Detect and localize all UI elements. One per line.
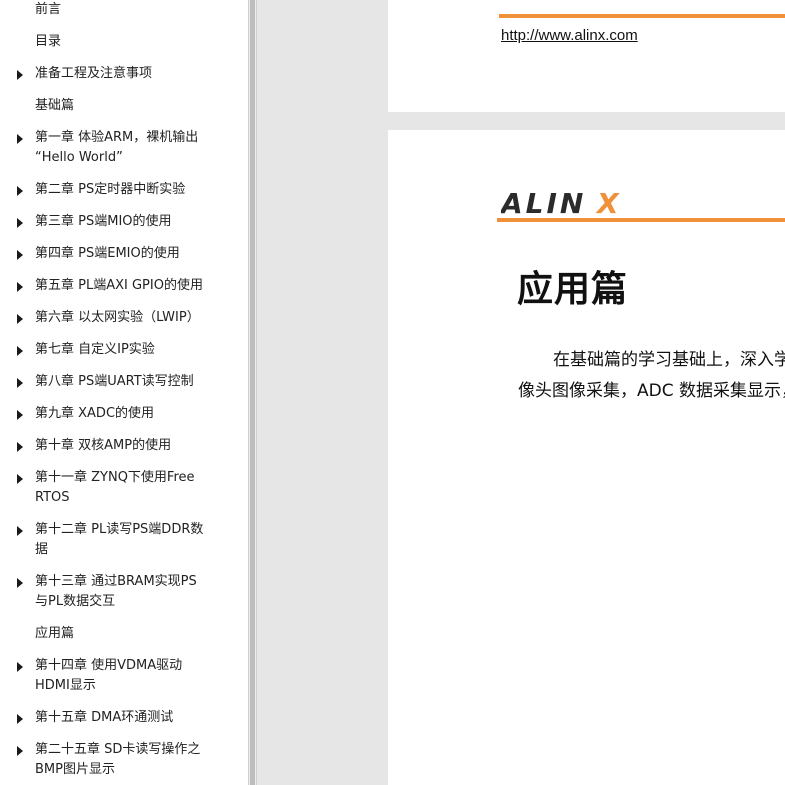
toc-item-label: 目录 (35, 34, 62, 49)
toc-item-label: 第六章 以太网实验（LWIP） (35, 310, 200, 325)
toc-item-label: 第十四章 使用VDMA驱动 HDMI显示 (35, 658, 183, 693)
toc-item-label: 第二十五章 SD卡读写操作之 BMP图片显示 (35, 742, 201, 777)
paragraph-line-2: 像头图像采集，ADC 数据采集显示， (518, 381, 785, 401)
toc-item-label: 第七章 自定义IP实验 (35, 342, 155, 357)
paragraph-line-1: 在基础篇的学习基础上，深入学 (553, 350, 785, 370)
toc-item-label: 第十二章 PL读写PS端DDR数 据 (35, 522, 204, 557)
expand-arrow-icon[interactable] (17, 218, 23, 228)
expand-arrow-icon[interactable] (17, 282, 23, 292)
expand-arrow-icon[interactable] (17, 378, 23, 388)
chapter-title: 应用篇 (517, 269, 629, 310)
toc-item-label: 第十一章 ZYNQ下使用Free RTOS (35, 470, 195, 505)
toc-item-label: 第三章 PS端MIO的使用 (35, 214, 172, 229)
header-url-link[interactable]: http://www.alinx.com (501, 27, 638, 44)
sidebar-scrollbar-thumb[interactable] (250, 0, 255, 785)
expand-arrow-icon[interactable] (17, 526, 23, 536)
document-page-current (388, 130, 785, 785)
svg-text:ALIN: ALIN (501, 187, 586, 218)
expand-arrow-icon[interactable] (17, 662, 23, 672)
toc-item-label: 前言 (35, 2, 62, 17)
expand-arrow-icon[interactable] (17, 186, 23, 196)
expand-arrow-icon[interactable] (17, 410, 23, 420)
header-rule (499, 14, 785, 18)
toc-item-label: 第四章 PS端EMIO的使用 (35, 246, 180, 261)
toc-sidebar: 前言目录准备工程及注意事项 基础篇第一章 体验ARM，裸机输出 “Hello Wo… (0, 0, 248, 785)
logo-rule (497, 218, 785, 222)
expand-arrow-icon[interactable] (17, 134, 23, 144)
expand-arrow-icon[interactable] (17, 70, 23, 80)
toc-item-label: 基础篇 (35, 98, 75, 113)
toc-item-label: 第十五章 DMA环通测试 (35, 710, 174, 725)
toc-item-label: 第八章 PS端UART读写控制 (35, 374, 194, 389)
toc-item-label: 第十章 双核AMP的使用 (35, 438, 172, 453)
toc-item-label: 应用篇 (35, 626, 75, 641)
expand-arrow-icon[interactable] (17, 474, 23, 484)
toc-item-label: 第二章 PS定时器中断实验 (35, 182, 186, 197)
expand-arrow-icon[interactable] (17, 578, 23, 588)
svg-text:X: X (595, 187, 620, 218)
alinx-logo: ALIN X (499, 186, 627, 220)
sidebar-scrollbar[interactable] (248, 0, 257, 785)
toc-item-label: 第一章 体验ARM，裸机输出 “Hello World” (35, 130, 199, 165)
expand-arrow-icon[interactable] (17, 746, 23, 756)
expand-arrow-icon[interactable] (17, 346, 23, 356)
expand-arrow-icon[interactable] (17, 314, 23, 324)
expand-arrow-icon[interactable] (17, 442, 23, 452)
expand-arrow-icon[interactable] (17, 250, 23, 260)
toc-item-label: 第十三章 通过BRAM实现PS 与PL数据交互 (35, 574, 197, 609)
toc-item-label: 准备工程及注意事项 (35, 66, 153, 81)
toc-item-label: 第九章 XADC的使用 (35, 406, 155, 421)
toc-item-label: 第五章 PL端AXI GPIO的使用 (35, 278, 203, 293)
expand-arrow-icon[interactable] (17, 714, 23, 724)
